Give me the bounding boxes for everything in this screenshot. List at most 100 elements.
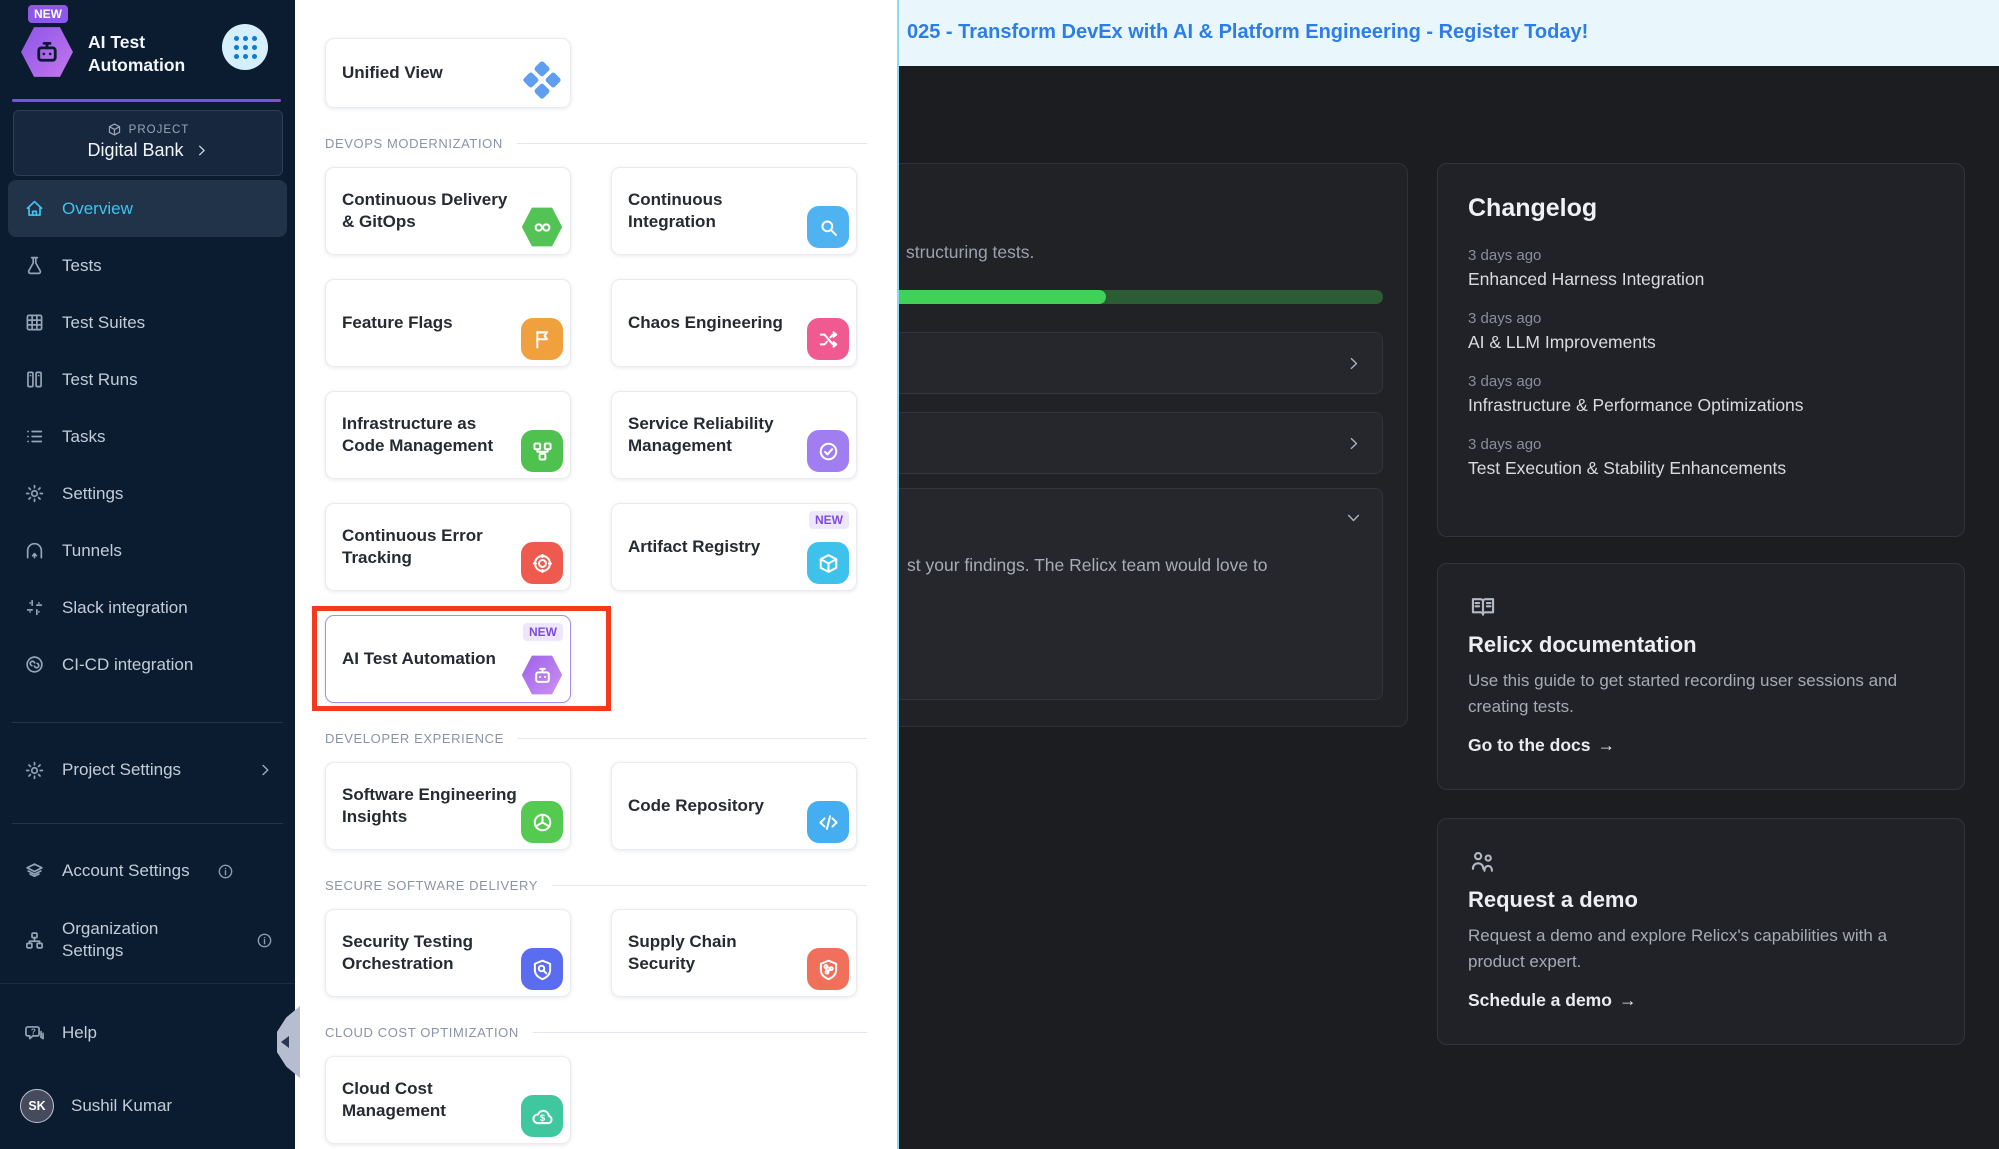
section-title: DEVELOPER EXPERIENCE: [325, 731, 504, 746]
changelog-entry-title: Test Execution & Stability Enhancements: [1468, 458, 1934, 479]
sidebar-item-ci-cd-integration[interactable]: CI-CD integration: [8, 636, 287, 693]
sidebar-item-tunnels[interactable]: Tunnels: [8, 522, 287, 579]
sidebar-item-organization-settings[interactable]: Organization Settings: [8, 908, 287, 972]
module-sections: DEVOPS MODERNIZATION Continuous Delivery…: [325, 136, 855, 1144]
chevron-right-icon: [194, 143, 209, 158]
columns-icon: [24, 369, 45, 390]
module-card-cloud-cost-management[interactable]: Cloud Cost Management $: [325, 1056, 571, 1144]
iac-icon: [521, 430, 563, 472]
section-title: DEVOPS MODERNIZATION: [325, 136, 503, 151]
expanded-row-text: st your findings. The Relicx team would …: [907, 555, 1268, 576]
module-card-code-repository[interactable]: Code Repository: [611, 762, 857, 850]
module-card-software-engineering-insights[interactable]: Software Engineering Insights: [325, 762, 571, 850]
demo-card-title: Request a demo: [1468, 887, 1934, 913]
new-badge: NEW: [809, 511, 849, 529]
announcement-text: 025 - Transform DevEx with AI & Platform…: [899, 0, 1588, 64]
chevron-right-icon: [257, 762, 273, 778]
schedule-demo-link[interactable]: Schedule a demo→: [1468, 990, 1934, 1011]
docs-card-body: Use this guide to get started recording …: [1468, 668, 1934, 719]
changelog-entry: 3 days ago Enhanced Harness Integration: [1468, 247, 1934, 290]
module-card-unified-view[interactable]: Unified View: [325, 38, 571, 108]
chevron-down-icon: [1345, 509, 1362, 526]
accent-divider: [12, 99, 281, 102]
ai-test-icon: [521, 654, 563, 696]
sidebar-item-tasks[interactable]: Tasks: [8, 408, 287, 465]
module-card-security-testing-orchestration[interactable]: Security Testing Orchestration: [325, 909, 571, 997]
changelog-entry: 3 days ago AI & LLM Improvements: [1468, 310, 1934, 353]
module-card-service-reliability-management[interactable]: Service Reliability Management: [611, 391, 857, 479]
module-card-artifact-registry[interactable]: NEW Artifact Registry: [611, 503, 857, 591]
info-icon[interactable]: [217, 863, 234, 880]
chevron-right-icon: [1345, 435, 1362, 452]
module-title: Code Repository: [628, 795, 764, 817]
error-tracking-icon: [521, 542, 563, 584]
module-card-continuous-integration[interactable]: Continuous Integration: [611, 167, 857, 255]
changelog-list: 3 days ago Enhanced Harness Integration …: [1468, 247, 1934, 479]
chaos-icon: [807, 318, 849, 360]
cube-icon: [107, 122, 122, 137]
module-card-continuous-delivery-gitops[interactable]: Continuous Delivery & GitOps: [325, 167, 571, 255]
sidebar-item-account-settings[interactable]: Account Settings: [8, 844, 287, 898]
module-title: Supply Chain Security: [628, 931, 804, 975]
module-card-infrastructure-as-code-management[interactable]: Infrastructure as Code Management: [325, 391, 571, 479]
demo-card-body: Request a demo and explore Relicx's capa…: [1468, 923, 1934, 974]
people-icon: [1468, 849, 1498, 875]
announcement-banner[interactable]: 025 - Transform DevEx with AI & Platform…: [899, 0, 1999, 66]
module-card-continuous-error-tracking[interactable]: Continuous Error Tracking: [325, 503, 571, 591]
slack-icon: [24, 597, 45, 618]
module-title: Infrastructure as Code Management: [342, 413, 518, 457]
sidebar: NEW AI Test Automation PROJECT Digital B…: [0, 0, 295, 1149]
arrow-right-icon: →: [1598, 735, 1616, 755]
module-card-supply-chain-security[interactable]: Supply Chain Security: [611, 909, 857, 997]
app-logo-icon: [20, 25, 74, 79]
module-picker-button[interactable]: [222, 24, 268, 70]
changelog-time: 3 days ago: [1468, 247, 1934, 264]
divider: [12, 722, 283, 723]
sidebar-item-settings[interactable]: Settings: [8, 465, 287, 522]
svg-text:?: ?: [31, 1027, 36, 1036]
module-title: AI Test Automation: [342, 648, 496, 670]
info-icon[interactable]: [256, 932, 273, 949]
changelog-time: 3 days ago: [1468, 436, 1934, 453]
flask-icon: [24, 255, 45, 276]
sidebar-item-overview[interactable]: Overview: [8, 180, 287, 237]
layers-icon: [24, 861, 45, 882]
cd-gitops-icon: [521, 206, 563, 248]
divider: [0, 983, 295, 984]
request-demo-card: Request a demo Request a demo and explor…: [1437, 818, 1965, 1045]
sidebar-item-tests[interactable]: Tests: [8, 237, 287, 294]
module-title: Unified View: [342, 62, 443, 84]
code-repo-icon: [807, 801, 849, 843]
module-card-ai-test-automation[interactable]: NEW AI Test Automation: [325, 615, 571, 703]
module-card-chaos-engineering[interactable]: Chaos Engineering: [611, 279, 857, 367]
user-menu[interactable]: SK Sushil Kumar: [8, 1079, 287, 1133]
section-rule: [518, 738, 867, 739]
module-title: Artifact Registry: [628, 536, 760, 558]
section-title: CLOUD COST OPTIMIZATION: [325, 1025, 519, 1040]
main-content-area: 025 - Transform DevEx with AI & Platform…: [899, 0, 1999, 1149]
gear-icon: [24, 760, 45, 781]
module-card-feature-flags[interactable]: Feature Flags: [325, 279, 571, 367]
changelog-entry: 3 days ago Test Execution & Stability En…: [1468, 436, 1934, 479]
sei-icon: [521, 801, 563, 843]
project-selector[interactable]: PROJECT Digital Bank: [13, 110, 283, 176]
sidebar-item-slack-integration[interactable]: Slack integration: [8, 579, 287, 636]
module-picker-panel: Unified View DEVOPS MODERNIZATION Contin…: [295, 0, 899, 1149]
sidebar-nav: Overview Tests Test Suites Test Runs Tas…: [8, 180, 287, 693]
project-label: PROJECT: [129, 124, 190, 136]
sidebar-item-help[interactable]: ? Help: [8, 1006, 287, 1060]
documentation-card: Relicx documentation Use this guide to g…: [1437, 563, 1965, 790]
sidebar-item-test-runs[interactable]: Test Runs: [8, 351, 287, 408]
module-title: Software Engineering Insights: [342, 784, 518, 828]
sidebar-item-test-suites[interactable]: Test Suites: [8, 294, 287, 351]
feature-flags-icon: [521, 318, 563, 360]
docs-card-title: Relicx documentation: [1468, 632, 1934, 658]
org-icon: [24, 930, 45, 951]
module-section: DEVOPS MODERNIZATION Continuous Delivery…: [325, 136, 855, 703]
grid-icon: [24, 312, 45, 333]
sidebar-item-project-settings[interactable]: Project Settings: [8, 743, 287, 797]
go-to-docs-link[interactable]: Go to the docs→: [1468, 735, 1934, 756]
artifact-icon: [807, 542, 849, 584]
user-name: Sushil Kumar: [71, 1096, 172, 1116]
ci-search-icon: [807, 206, 849, 248]
